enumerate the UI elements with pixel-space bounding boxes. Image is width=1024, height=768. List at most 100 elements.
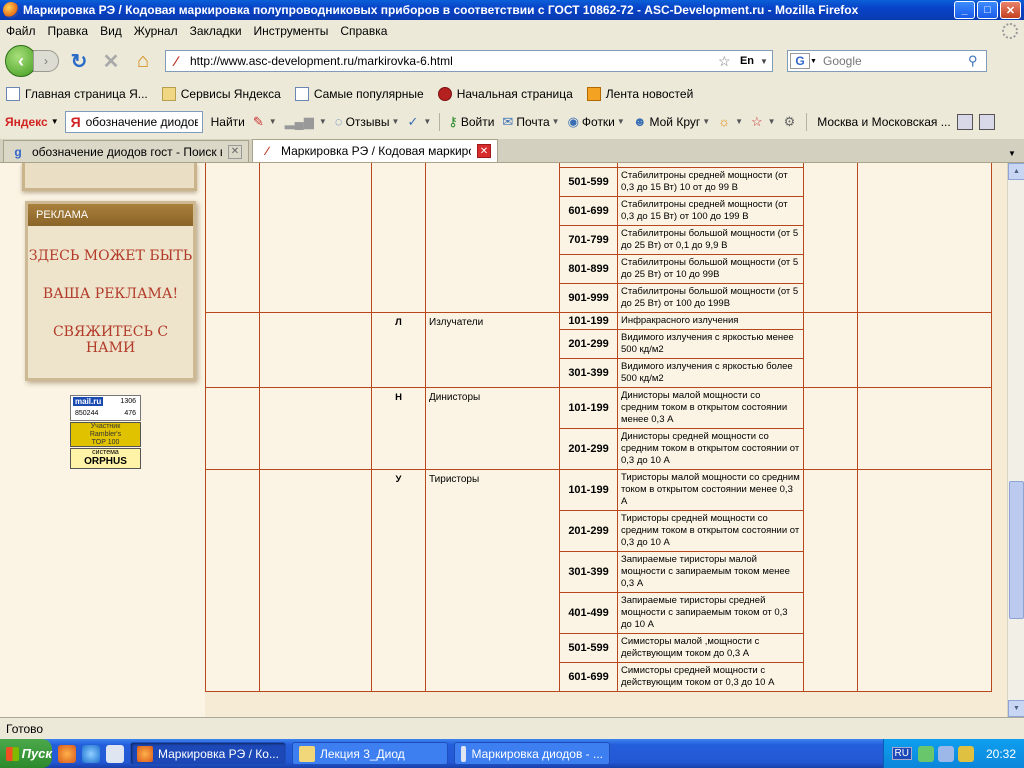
volume-icon[interactable] [957,745,974,762]
url-bar[interactable]: ∕ http://www.asc-development.ru/markirov… [165,50,773,72]
taskbar-firefox-window[interactable]: Маркировка РЭ / Ко... [130,742,286,765]
mailru-counter[interactable]: mail.ru 1306 850244 476 [70,395,141,421]
my-circle-label: Мой Круг [649,114,701,129]
table-row: Н Динисторы 101-199 Динисторы малой мощност… [205,387,992,470]
spellcheck-icon: ✓ [407,113,419,129]
yandex-find-button[interactable]: Найти [211,115,245,129]
reviews-button[interactable]: ◌ Отзывы ▼ [335,114,400,129]
yandex-search-box[interactable]: Я [64,110,203,133]
counter-value: 1306 [120,398,136,405]
table-cell-empty [803,387,858,470]
class-symbol: Н [371,387,426,470]
settings-button[interactable]: ⚙ [784,114,799,130]
table-cell-empty [803,163,858,313]
screen-icon[interactable] [978,113,995,130]
gear-icon: ⚙ [783,113,796,129]
orphus-badge[interactable]: система ORPHUS [70,448,141,469]
layout-icon[interactable] [956,113,973,130]
maximize-button[interactable]: □ [977,1,998,19]
ad-line: СВЯЖИТЕСЬ С НАМИ [52,324,169,356]
activity-throbber-icon [1002,22,1018,39]
status-text: Готово [6,721,44,736]
start-button[interactable]: Пуск [0,739,52,768]
bookmark-yandex-services[interactable]: Сервисы Яндекса [161,87,289,101]
rambler-top100-badge[interactable]: Участник Rambler's TOP 100 [70,422,141,447]
menu-bookmarks[interactable]: Закладки [184,24,248,38]
google-favicon-icon: g [14,144,22,159]
search-icon[interactable]: ⚲ [968,53,986,69]
search-box[interactable]: G ▼ ⚲ [787,50,987,72]
language-indicator[interactable]: RU [891,747,912,760]
tab-search[interactable]: g обозначение диодов гост - Поиск в ... … [3,140,249,162]
scroll-up-icon[interactable]: ▲ [1008,163,1024,180]
forward-button[interactable]: › [33,50,59,72]
code-description: Тиристоры малой мощности со средним токо… [617,469,804,511]
table-cell-empty [205,469,260,692]
windows-taskbar: Пуск Маркировка РЭ / Ко... Лекция 3_Диод… [0,739,1024,768]
stop-button[interactable]: ✕ [99,49,123,73]
url-text[interactable]: http://www.asc-development.ru/markirovka… [186,54,718,68]
menu-tools[interactable]: Инструменты [248,24,335,38]
page-rank-indicator[interactable]: ▂▄▆ ▼ [285,114,327,130]
menu-view[interactable]: Вид [94,24,128,38]
reload-button[interactable]: ↻ [67,49,91,73]
bookmark-label: Лента новостей [605,87,694,101]
menu-history[interactable]: Журнал [128,24,184,38]
network-icon[interactable] [937,745,954,762]
menu-help[interactable]: Справка [334,24,393,38]
bookmark-most-visited[interactable]: Самые популярные [294,87,432,101]
bookmark-star-icon[interactable]: ☆ [718,53,734,70]
mail-button[interactable]: ✉ Почта ▼ [502,114,559,130]
menu-file[interactable]: Файл [0,24,42,38]
taskbar-word-window[interactable]: Маркировка диодов - ... [454,742,610,765]
quicklaunch-firefox-icon[interactable] [58,744,76,763]
home-button[interactable]: ⌂ [131,49,155,73]
clock[interactable]: 20:32 [986,747,1016,761]
region-label[interactable]: Москва и Московская ... [817,115,950,129]
login-button[interactable]: ⚷ Войти [448,114,494,130]
window-titlebar[interactable]: Маркировка РЭ / Кодовая маркировка полуп… [0,0,1024,20]
highlight-button[interactable]: ✎ ▼ [253,114,277,130]
tab-close-icon[interactable]: ✕ [228,144,242,159]
weather-button[interactable]: ☼ ▼ [718,114,743,129]
scroll-down-icon[interactable]: ▼ [1008,700,1024,717]
my-circle-button[interactable]: ☻ Мой Круг ▼ [633,114,710,129]
class-name [425,163,560,313]
taskbar-folder-window[interactable]: Лекция 3_Диод [292,742,448,765]
tab-markirovka[interactable]: ∕ Маркировка РЭ / Кодовая маркировка... … [252,139,498,162]
rss-icon [586,87,601,101]
code-description: Запираемые тиристоры средней мощности с … [617,592,804,634]
quicklaunch-ie-icon[interactable] [82,744,100,763]
menu-bar: Файл Правка Вид Журнал Закладки Инструме… [0,20,1024,41]
close-window-button[interactable]: ✕ [1000,1,1021,19]
favorites-button[interactable]: ☆ ▼ [751,114,776,130]
tab-strip: g обозначение диодов гост - Поиск в ... … [0,139,1024,163]
url-dropdown-icon[interactable]: ▼ [760,57,772,66]
code-range: 901-999 [559,283,618,313]
yandex-menu-dropdown-icon[interactable]: ▼ [51,117,59,126]
code-range: 101-199 [559,469,618,511]
bookmark-news-feed[interactable]: Лента новостей [586,87,702,101]
quicklaunch-document-icon[interactable] [106,744,124,763]
language-badge[interactable]: En [740,55,754,67]
ad-banner[interactable]: РЕКЛАМА ЗДЕСЬ МОЖЕТ БЫТЬ ВАША РЕКЛАМА! С… [25,201,196,381]
search-input[interactable] [820,54,968,68]
bookmark-yandex-home[interactable]: Главная страница Я... [6,87,156,101]
spellcheck-button[interactable]: ✓ ▼ [407,114,431,130]
vertical-scrollbar[interactable]: ▲ ▼ [1007,163,1024,717]
yandex-search-input[interactable] [85,114,198,129]
google-engine-icon[interactable]: G [790,53,810,69]
bookmark-start-page[interactable]: Начальная страница [437,87,581,101]
tab-close-icon[interactable]: ✕ [477,144,491,158]
code-description: Видимого излучения с яркостью менее 500 … [617,329,804,359]
engine-dropdown-icon[interactable]: ▼ [810,58,820,65]
scroll-thumb[interactable] [1009,481,1024,619]
tab-list-dropdown-icon[interactable]: ▼ [1004,144,1020,162]
photos-button[interactable]: ◉ Фотки ▼ [568,114,625,130]
minimize-button[interactable]: _ [954,1,975,19]
table-row: Л Излучатели 101-199 Инфракрасного излучени… [205,312,992,388]
yandex-logo[interactable]: Яндекс [5,115,48,129]
page-content: РЕКЛАМА ЗДЕСЬ МОЖЕТ БЫТЬ ВАША РЕКЛАМА! С… [0,163,1007,717]
tray-app-icon[interactable] [917,745,934,762]
menu-edit[interactable]: Правка [42,24,95,38]
